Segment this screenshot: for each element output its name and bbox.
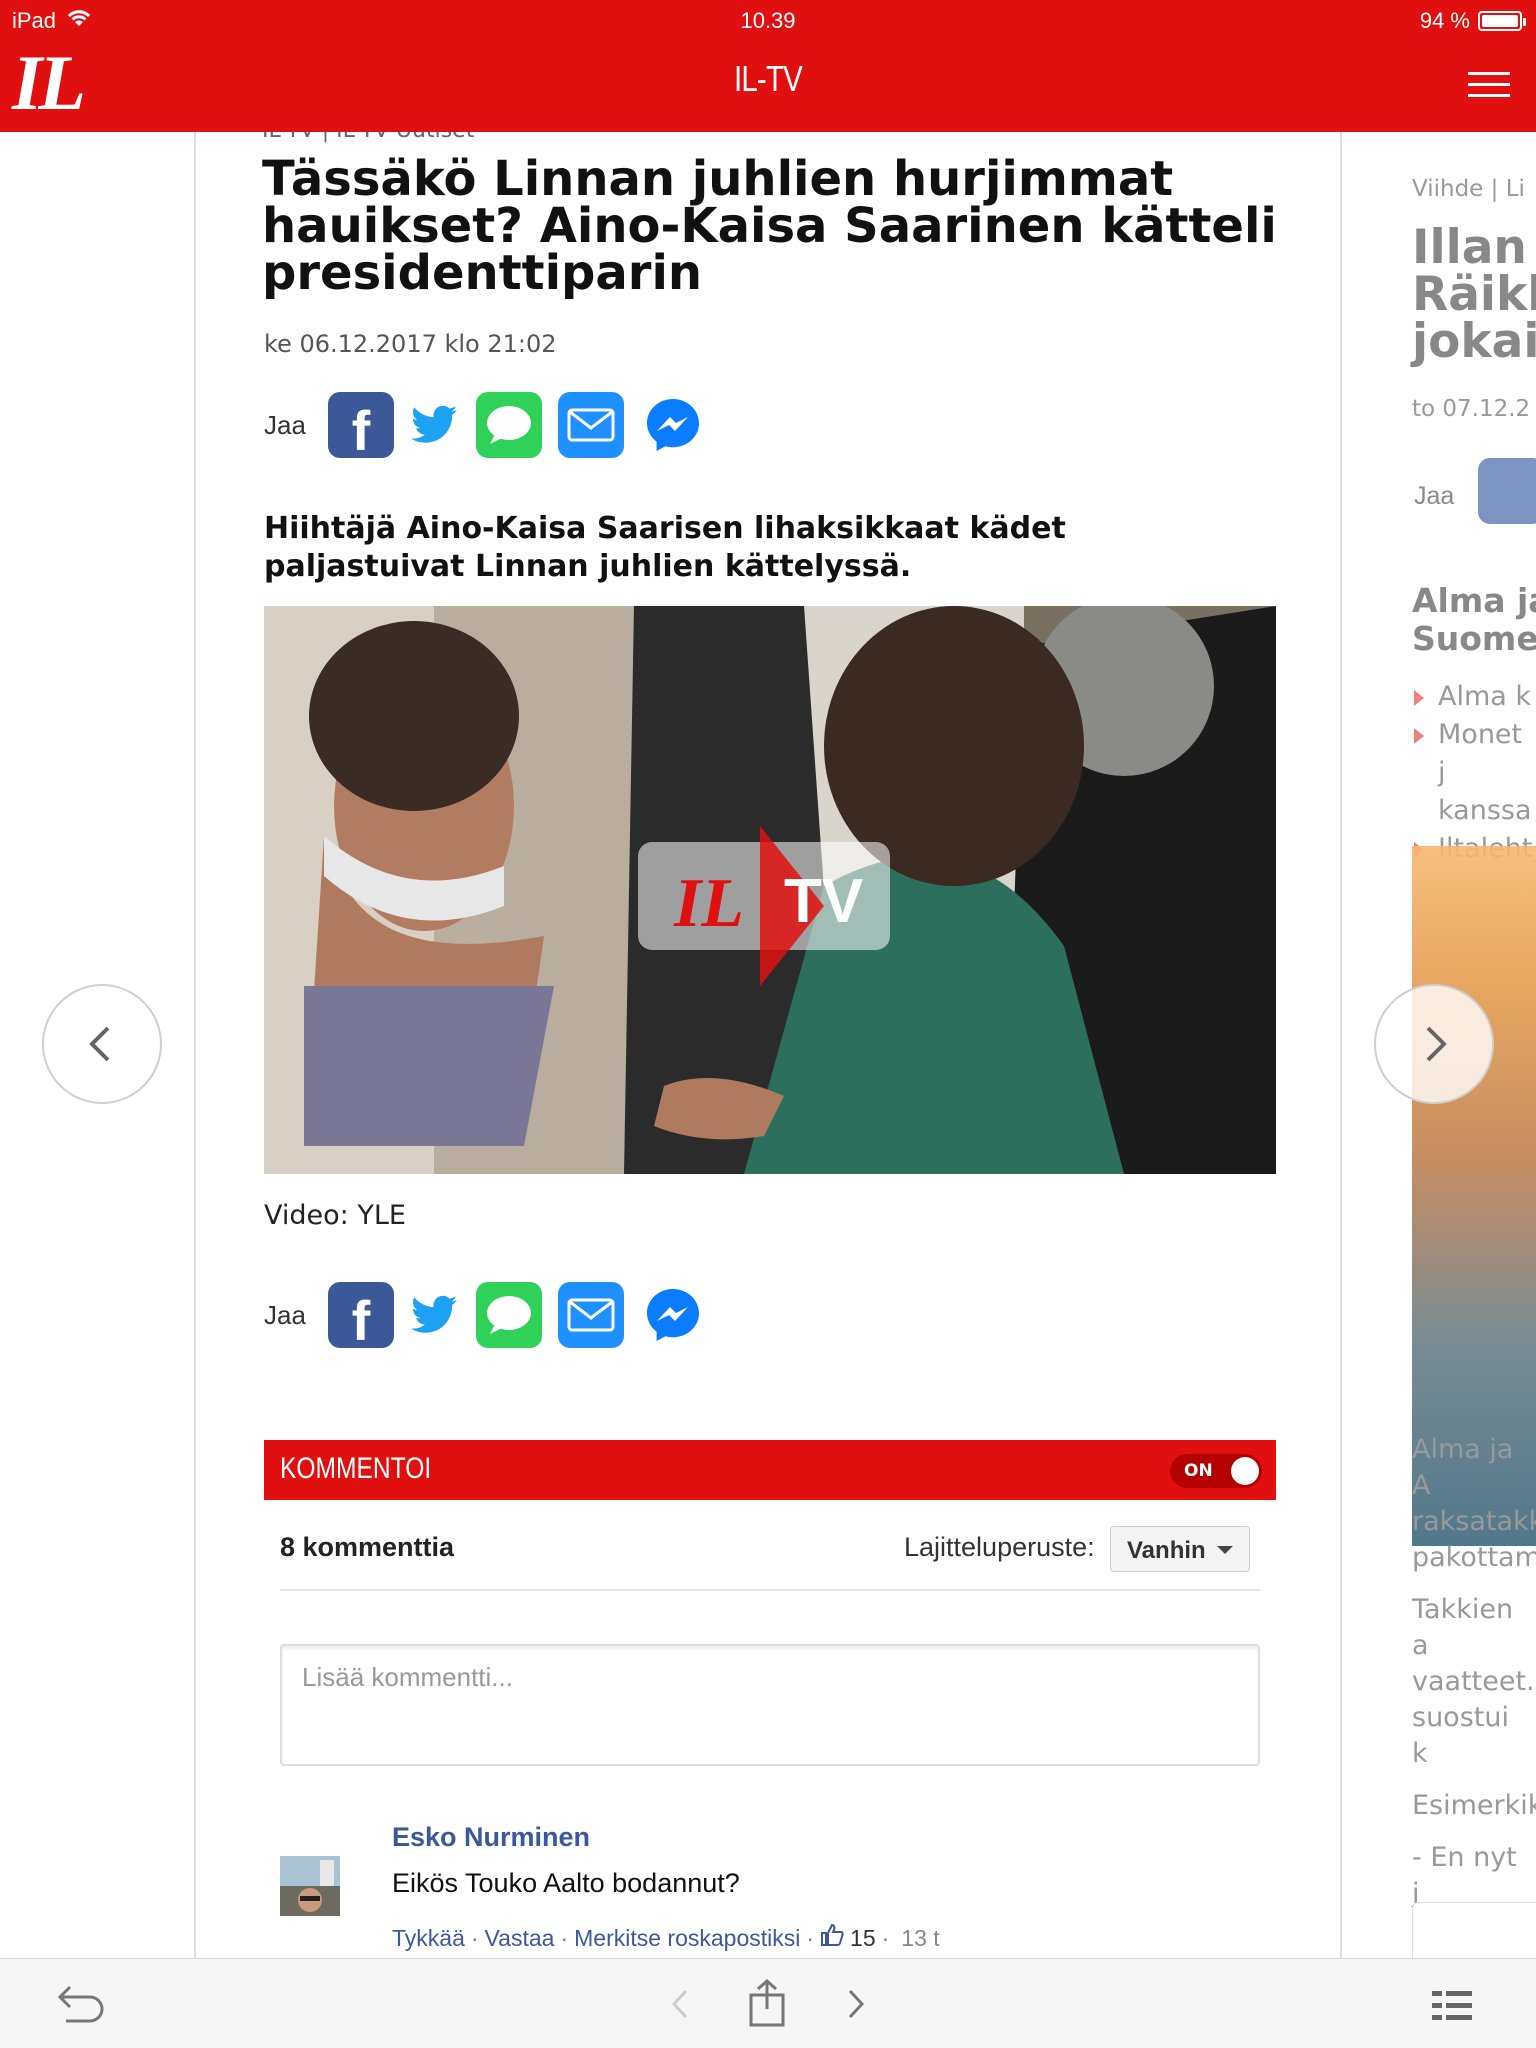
bottom-toolbar	[0, 1958, 1536, 2048]
article-title: Tässäkö Linnan juhlien hurjimmat hauikse…	[262, 151, 1277, 301]
comments-toggle[interactable]: ON	[1170, 1454, 1262, 1488]
avatar	[1412, 1902, 1536, 1958]
battery-icon	[1478, 11, 1526, 31]
app-header: iPad 10.39 94 % IL IL-TV	[0, 0, 1536, 132]
messenger-icon[interactable]	[640, 392, 706, 458]
sort-value: Vanhin	[1127, 1537, 1206, 1564]
thumbs-up-icon	[820, 1923, 844, 1952]
report-spam-link[interactable]: Merkitse roskapostiksi	[574, 1925, 800, 1952]
share-row-bottom: Jaa f	[264, 1282, 722, 1352]
share-icon[interactable]	[748, 1978, 786, 2031]
chevron-left-icon	[89, 1026, 110, 1062]
article-panel: IL-TV | IL-TV Uutiset Tässäkö Linnan juh…	[194, 132, 1342, 1958]
imessage-icon[interactable]	[475, 1282, 542, 1348]
facebook-icon[interactable]	[1478, 458, 1536, 524]
comments-header: KOMMENTOI ON	[264, 1440, 1276, 1500]
list-item: Alma k	[1412, 678, 1532, 716]
article-lead: Hiihtäjä Aino-Kaisa Saarisen lihaksikkaa…	[264, 511, 1066, 584]
next-page-icon[interactable]	[844, 1987, 868, 2025]
video-caption: Video: YLE	[264, 1200, 406, 1231]
comment-input-box[interactable]	[280, 1644, 1260, 1766]
facebook-icon[interactable]: f	[327, 392, 394, 462]
comment-author[interactable]: Esko Nurminen	[392, 1822, 590, 1853]
facebook-icon[interactable]: f	[327, 1282, 394, 1352]
comment-count: 8 kommenttia	[280, 1532, 455, 1562]
mail-icon[interactable]	[557, 392, 624, 458]
like-count: 15	[850, 1924, 876, 1951]
next-bullet-list: Alma k Monet j kanssa Iltaleht	[1412, 678, 1532, 868]
video-frame: IL TV	[264, 606, 1276, 1174]
breadcrumb[interactable]: IL-TV | IL-TV Uutiset	[262, 132, 474, 143]
list-icon[interactable]	[1432, 1989, 1474, 2025]
status-time: 10.39	[740, 8, 796, 33]
hamburger-menu-icon[interactable]	[1468, 72, 1510, 98]
mail-icon[interactable]	[557, 1282, 624, 1348]
avatar[interactable]	[280, 1856, 340, 1916]
share-label: Jaa	[264, 409, 306, 440]
next-title: Illan Räikk jokai	[1412, 220, 1536, 369]
next-share-label: Jaa	[1414, 482, 1455, 510]
messenger-icon[interactable]	[640, 1282, 706, 1348]
article-date: ke 06.12.2017 klo 21:02	[264, 330, 557, 358]
battery-percent: 94 %	[1419, 8, 1470, 33]
comments-title: KOMMENTOI	[280, 1452, 432, 1485]
toggle-label: ON	[1184, 1461, 1213, 1481]
comment-actions: Tykkää · Vastaa · Merkitse roskapostiksi…	[392, 1923, 940, 1952]
reply-link[interactable]: Vastaa	[485, 1925, 555, 1952]
video-watermark-tv: TV	[784, 867, 863, 936]
comment-input[interactable]	[282, 1646, 1258, 1764]
section-title: IL-TV	[733, 58, 803, 99]
imessage-icon[interactable]	[475, 392, 542, 458]
toggle-knob	[1231, 1457, 1259, 1485]
status-bar: iPad 10.39 94 %	[0, 0, 1536, 40]
sort-select[interactable]: Vanhin	[1110, 1526, 1250, 1572]
twitter-icon[interactable]	[410, 392, 460, 458]
twitter-icon[interactable]	[410, 1282, 460, 1348]
share-row-top: Jaa f	[264, 392, 722, 462]
comment-text: Eikös Touko Aalto bodannut?	[392, 1868, 740, 1898]
video-player[interactable]: IL TV	[264, 606, 1276, 1174]
site-logo[interactable]: IL	[12, 44, 86, 122]
previous-page-icon[interactable]	[668, 1987, 692, 2025]
next-date: to 07.12.2	[1412, 396, 1531, 422]
next-article-button[interactable]	[1374, 984, 1494, 1104]
next-heading: Alma ja Suome	[1412, 581, 1536, 658]
share-label: Jaa	[264, 1299, 306, 1330]
previous-article-button[interactable]	[42, 984, 162, 1104]
sort-label: Lajitteluperuste:	[904, 1532, 1095, 1562]
like-link[interactable]: Tykkää	[392, 1925, 465, 1952]
comments-divider	[280, 1589, 1260, 1591]
chevron-right-icon	[1426, 1026, 1447, 1062]
comment-age: 13 t	[901, 1924, 940, 1951]
video-watermark-il: IL	[673, 865, 744, 942]
next-body: Alma ja A raksatakki pakottam Takkien a …	[1412, 1434, 1536, 1958]
next-breadcrumb: Viihde | Li	[1412, 176, 1525, 202]
back-arrow-icon[interactable]	[56, 1981, 106, 2031]
chevron-down-icon	[1217, 1546, 1233, 1554]
list-item: Monet j kanssa	[1412, 716, 1532, 830]
